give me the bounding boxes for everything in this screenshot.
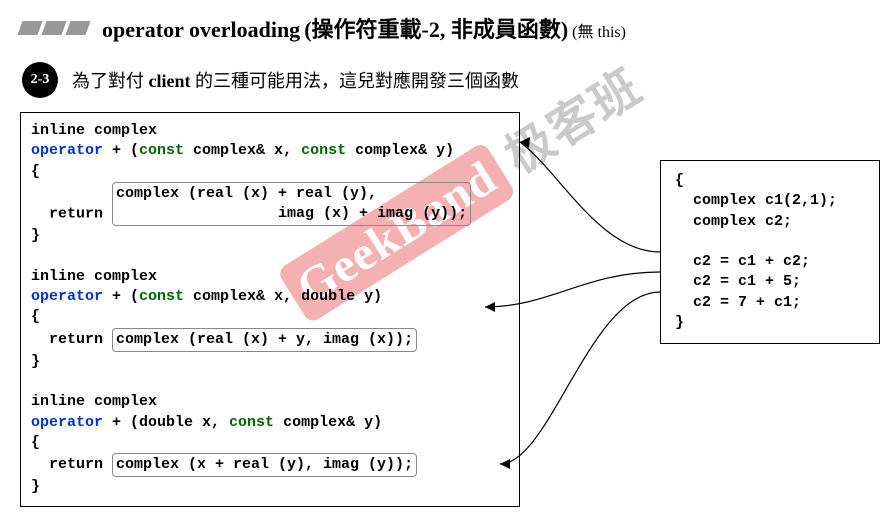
kw-const: const	[229, 414, 274, 431]
code-line: inline complex	[31, 122, 157, 139]
code-line: + (	[103, 288, 139, 305]
code-line: complex& x, double y)	[184, 288, 382, 305]
code-box-right: { complex c1(2,1); complex c2; c2 = c1 +…	[660, 160, 880, 344]
kw-const: const	[139, 142, 184, 159]
code-line: c2 = c1 + c2;	[675, 253, 810, 270]
code-line: }	[31, 478, 40, 495]
kw-operator: operator	[31, 414, 103, 431]
intro-part1: 為了對付	[72, 71, 149, 91]
intro-row: 2-3 為了對付 client 的三種可能用法，這兒對應開發三個函數	[22, 62, 870, 98]
code-line: complex c1(2,1);	[675, 192, 837, 209]
code-box-left: inline complex operator + (const complex…	[20, 112, 520, 507]
kw-operator: operator	[31, 142, 103, 159]
header: operator overloading (操作符重載-2, 非成員函數) (無…	[20, 12, 870, 44]
code-line: c2 = c1 + 5;	[675, 273, 801, 290]
title-en: operator overloading	[102, 17, 300, 42]
code-line: {	[31, 308, 40, 325]
code-line: + (	[103, 142, 139, 159]
code-line: {	[31, 163, 40, 180]
code-line: return	[31, 331, 112, 348]
highlight-return-3: complex (x + real (y), imag (y));	[112, 453, 417, 477]
code-line: complex& x,	[184, 142, 301, 159]
code-line: complex (real (x) + real (y),	[116, 185, 377, 202]
kw-operator: operator	[31, 288, 103, 305]
number-badge: 2-3	[22, 62, 58, 98]
title-zh: (操作符重載-2, 非成員函數)	[304, 17, 568, 42]
intro-bold: client	[149, 71, 191, 91]
kw-const: const	[301, 142, 346, 159]
code-line: complex& y)	[346, 142, 454, 159]
code-line: complex& y)	[274, 414, 382, 431]
code-line: inline complex	[31, 393, 157, 410]
highlight-return-1: complex (real (x) + real (y), imag (x) +…	[112, 182, 471, 227]
code-line: return	[31, 456, 112, 473]
code-line: {	[31, 434, 40, 451]
code-line: + (double x,	[103, 414, 229, 431]
code-line: inline complex	[31, 268, 157, 285]
code-line: {	[675, 172, 684, 189]
highlight-return-2: complex (real (x) + y, imag (x));	[112, 328, 417, 352]
code-line: }	[31, 353, 40, 370]
header-slashes-icon	[20, 21, 88, 35]
code-line: c2 = 7 + c1;	[675, 294, 801, 311]
code-line: complex c2;	[675, 213, 792, 230]
intro-text: 為了對付 client 的三種可能用法，這兒對應開發三個函數	[72, 67, 519, 93]
title-note: (無 this)	[572, 24, 626, 41]
header-title: operator overloading (操作符重載-2, 非成員函數) (無…	[102, 12, 626, 44]
content-area: inline complex operator + (const complex…	[20, 112, 870, 507]
code-line: return	[31, 205, 112, 222]
code-line: }	[675, 314, 684, 331]
code-line: }	[31, 227, 40, 244]
intro-part2: 的三種可能用法，這兒對應開發三個函數	[191, 71, 520, 91]
kw-const: const	[139, 288, 184, 305]
code-line: imag (x) + imag (y));	[116, 205, 467, 222]
